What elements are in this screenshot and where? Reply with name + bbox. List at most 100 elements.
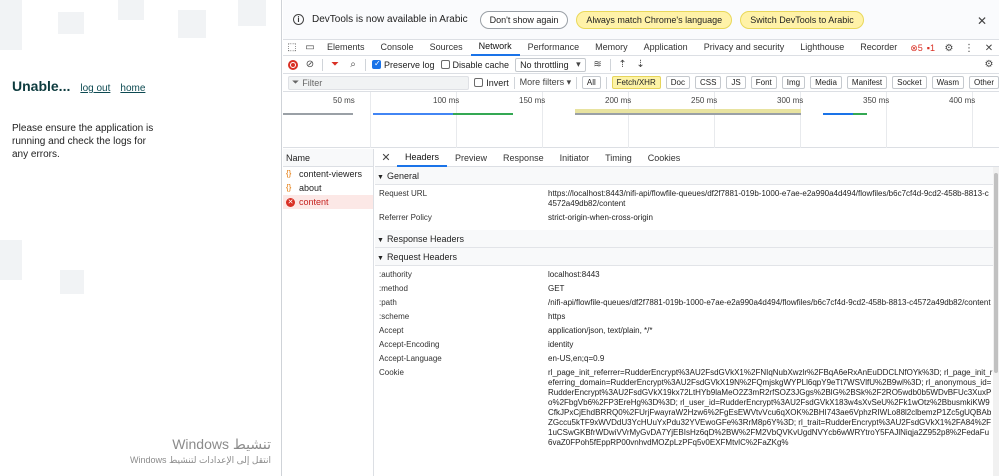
tab-network[interactable]: Network bbox=[470, 39, 520, 56]
filter-type-wasm[interactable]: Wasm bbox=[931, 76, 964, 89]
timeline-bar bbox=[283, 113, 353, 115]
tab-elements[interactable]: Elements bbox=[319, 40, 373, 55]
tab-headers[interactable]: Headers bbox=[397, 149, 448, 167]
timeline-tick: 50 ms bbox=[333, 92, 371, 148]
network-overview-timeline[interactable]: 50 ms 100 ms 150 ms 200 ms 250 ms 300 ms… bbox=[283, 92, 999, 148]
more-filters-dropdown[interactable]: More filters ▾ bbox=[520, 77, 572, 88]
filter-type-img[interactable]: Img bbox=[781, 76, 806, 89]
tab-cookies[interactable]: Cookies bbox=[640, 150, 689, 166]
request-row[interactable]: {} content-viewers bbox=[283, 167, 373, 181]
header-row: Cookie rl_page_init_referrer=RudderEncryp… bbox=[379, 368, 993, 447]
settings-gear-icon[interactable]: ⚙ bbox=[943, 43, 955, 54]
network-conditions-icon[interactable]: ≋ bbox=[592, 59, 604, 70]
invert-checkbox[interactable]: Invert bbox=[474, 78, 509, 88]
checkbox-unchecked bbox=[440, 60, 450, 69]
xhr-icon: {} bbox=[286, 169, 292, 178]
response-headers-section-header[interactable]: ▼ Response Headers bbox=[375, 230, 999, 248]
filter-type-font[interactable]: Font bbox=[750, 76, 777, 89]
filter-type-manifest[interactable]: Manifest bbox=[846, 76, 888, 89]
tab-sources[interactable]: Sources bbox=[422, 40, 471, 55]
header-row: :method GET bbox=[379, 284, 565, 293]
filter-type-js[interactable]: JS bbox=[726, 76, 746, 89]
disable-cache-checkbox[interactable]: Disable cache bbox=[440, 60, 509, 70]
network-settings-gear-icon[interactable]: ⚙ bbox=[983, 59, 995, 70]
detail-scrollbar[interactable] bbox=[993, 167, 999, 476]
request-header-rows: :authority localhost:8443 :method GET :pat… bbox=[375, 266, 999, 455]
close-devtools-icon[interactable]: ✕ bbox=[983, 43, 995, 54]
timeline-bar bbox=[823, 113, 853, 115]
close-detail-icon[interactable]: ✕ bbox=[375, 151, 397, 164]
filter-type-all[interactable]: All bbox=[581, 76, 601, 89]
tab-performance[interactable]: Performance bbox=[520, 40, 588, 55]
header-row: :authority localhost:8443 bbox=[379, 270, 600, 279]
device-toolbar-icon[interactable]: ▭ bbox=[301, 42, 319, 53]
export-har-icon[interactable]: ⇣ bbox=[635, 59, 647, 70]
info-icon: i bbox=[293, 14, 304, 25]
tab-memory[interactable]: Memory bbox=[587, 40, 636, 55]
header-row: Referrer Policy strict-origin-when-cross-… bbox=[379, 213, 653, 222]
divider bbox=[365, 58, 366, 71]
tab-privacy-security[interactable]: Privacy and security bbox=[696, 40, 793, 55]
logout-link[interactable]: log out bbox=[80, 83, 110, 94]
record-icon[interactable] bbox=[288, 59, 298, 70]
home-link[interactable]: home bbox=[120, 83, 145, 94]
tab-initiator[interactable]: Initiator bbox=[552, 150, 598, 166]
filter-type-css[interactable]: CSS bbox=[694, 76, 722, 89]
error-message: Please ensure the application is running… bbox=[12, 123, 154, 160]
match-chrome-language-button[interactable]: Always match Chrome's language bbox=[576, 10, 733, 29]
tab-recorder[interactable]: Recorder bbox=[852, 40, 905, 55]
tab-lighthouse[interactable]: Lighthouse bbox=[792, 40, 852, 55]
tab-response[interactable]: Response bbox=[495, 150, 552, 166]
language-infobar: i DevTools is now available in Arabic Do… bbox=[283, 0, 999, 40]
dont-show-again-button[interactable]: Don't show again bbox=[479, 10, 569, 29]
close-icon[interactable]: ✕ bbox=[977, 14, 987, 28]
collapse-triangle-icon: ▼ bbox=[377, 174, 384, 181]
search-icon[interactable]: ⌕ bbox=[347, 59, 359, 70]
timeline-bar bbox=[453, 113, 513, 115]
filter-type-fetch-xhr[interactable]: Fetch/XHR bbox=[611, 76, 661, 89]
filter-type-doc[interactable]: Doc bbox=[665, 76, 690, 89]
scrollbar-thumb[interactable] bbox=[994, 173, 998, 373]
filter-type-media[interactable]: Media bbox=[810, 76, 842, 89]
tab-application[interactable]: Application bbox=[636, 40, 696, 55]
filter-placeholder: Filter bbox=[302, 77, 323, 88]
devtools-tabs: ⬚ ▭ Elements Console Sources Network Per… bbox=[283, 40, 999, 56]
timeline-tick: 200 ms bbox=[605, 92, 631, 148]
filter-type-other[interactable]: Other bbox=[968, 76, 999, 89]
placeholder-block bbox=[60, 270, 84, 294]
header-row: :path/nifi-api/flowfile-queues/df2f7881-… bbox=[379, 298, 991, 307]
filter-funnel-icon[interactable]: ⏷ bbox=[329, 59, 341, 70]
issues-badge[interactable]: ⊗5 ▪1 bbox=[910, 43, 935, 54]
collapse-triangle-icon: ▼ bbox=[377, 237, 384, 244]
collapse-triangle-icon: ▼ bbox=[377, 255, 384, 262]
timeline-tick: 300 ms bbox=[777, 92, 803, 148]
request-row[interactable]: {} about bbox=[283, 181, 373, 195]
import-har-icon[interactable]: ⇡ bbox=[617, 59, 629, 70]
name-column-header[interactable]: Name bbox=[283, 149, 373, 167]
infobar-text: DevTools is now available in Arabic bbox=[312, 14, 468, 25]
preserve-log-checkbox[interactable]: Preserve log bbox=[372, 59, 435, 70]
filter-input[interactable]: ⏷ Filter bbox=[288, 75, 470, 90]
request-headers-section-header[interactable]: ▼ Request Headers bbox=[375, 248, 999, 266]
general-rows: Request URL https://localhost:8443/nifi-a… bbox=[375, 185, 999, 230]
warning-count-badge: ▪1 bbox=[926, 42, 935, 53]
request-row-selected[interactable]: ✕ content bbox=[283, 195, 373, 209]
throttling-select[interactable]: No throttling bbox=[515, 57, 586, 72]
tab-timing[interactable]: Timing bbox=[597, 150, 640, 166]
tab-console[interactable]: Console bbox=[373, 40, 422, 55]
placeholder-block bbox=[58, 12, 84, 34]
header-row: Request URL https://localhost:8443/nifi-a… bbox=[379, 189, 989, 208]
page-header: Unable... log out home bbox=[12, 78, 145, 94]
filter-type-socket[interactable]: Socket bbox=[892, 76, 927, 89]
network-toolbar: ⊘ ⏷ ⌕ Preserve log Disable cache No thro… bbox=[283, 56, 999, 74]
windows-activation-watermark: تنشيط Windows انتقل إلى الإعدادات لتنشيط… bbox=[130, 436, 271, 466]
general-section-header[interactable]: ▼ General bbox=[375, 167, 999, 185]
more-options-icon[interactable]: ⋮ bbox=[963, 43, 975, 54]
inspect-element-icon[interactable]: ⬚ bbox=[283, 42, 301, 53]
app-page: Unable... log out home Please ensure the… bbox=[0, 0, 282, 476]
switch-to-arabic-button[interactable]: Switch DevTools to Arabic bbox=[740, 10, 864, 29]
filter-icon: ⏷ bbox=[292, 77, 300, 87]
clear-icon[interactable]: ⊘ bbox=[304, 59, 316, 70]
placeholder-block bbox=[0, 240, 22, 280]
tab-preview[interactable]: Preview bbox=[447, 150, 495, 166]
